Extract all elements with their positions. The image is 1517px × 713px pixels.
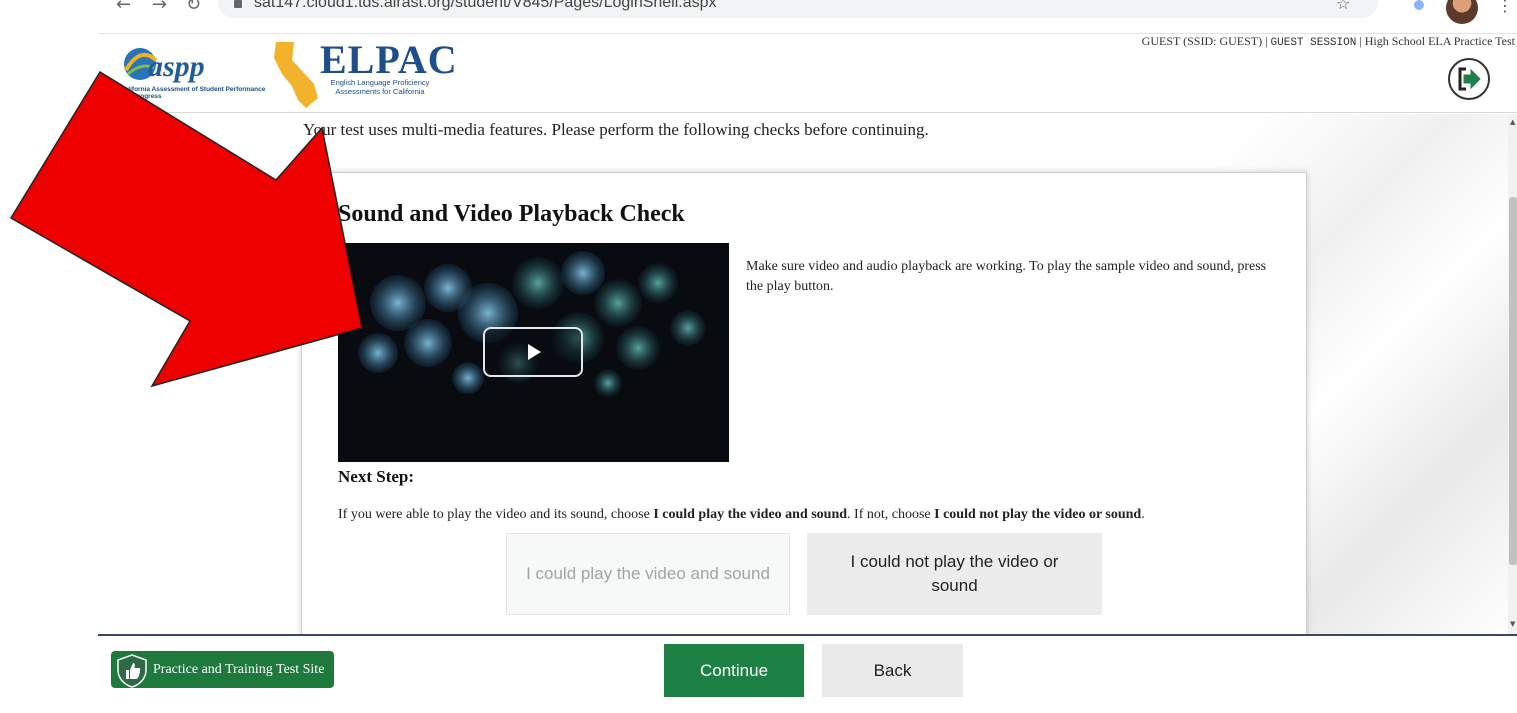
practice-site-badge: Practice and Training Test Site	[111, 651, 335, 688]
play-icon	[528, 344, 541, 360]
video-description: Make sure video and audio playback are w…	[746, 259, 1267, 294]
arrow-left-icon[interactable]: ←	[116, 0, 131, 15]
instruction-text: .	[1141, 507, 1145, 522]
next-step-instruction: If you were able to play the video and i…	[338, 507, 1145, 523]
elpac-title: ELPAC	[320, 37, 458, 82]
elpac-subtitle: English Language Proficiency Assessments…	[330, 78, 430, 96]
practice-site-label: Practice and Training Test Site	[153, 661, 325, 677]
could-not-play-button[interactable]: I could not play the video or sound	[807, 533, 1102, 615]
kebab-menu-icon[interactable]: ⋮	[1497, 0, 1513, 15]
back-button[interactable]: Back	[822, 644, 963, 697]
play-button[interactable]	[483, 327, 583, 377]
sample-video[interactable]	[338, 243, 729, 462]
could-play-button[interactable]: I could play the video and sound	[506, 533, 790, 615]
extension-icon[interactable]	[1414, 0, 1424, 10]
logout-button[interactable]	[1448, 58, 1490, 100]
thumbs-up-shield-icon	[117, 654, 147, 688]
caaspp-logo: aspp California Assessment of Student Pe…	[118, 40, 268, 106]
logout-icon	[1458, 67, 1481, 91]
next-step-heading: Next Step:	[338, 467, 415, 486]
scrollbar-thumb[interactable]	[1509, 197, 1517, 565]
star-icon[interactable]: ☆	[1336, 0, 1350, 13]
browser-toolbar: ← → ↻ sat147.cloud1.tds.airast.org/stude…	[0, 0, 1517, 28]
avatar[interactable]	[1446, 0, 1478, 24]
session-user: GUEST (SSID: GUEST)	[1141, 34, 1263, 48]
svg-text:aspp: aspp	[148, 50, 205, 83]
elpac-logo: ELPAC English Language Proficiency Asses…	[268, 36, 457, 110]
scroll-up-icon[interactable]: ▲	[1510, 118, 1515, 126]
playback-check-card: Sound and Video Playback Check Make sure…	[301, 172, 1307, 637]
scroll-down-icon[interactable]: ▼	[1510, 620, 1515, 628]
address-bar-url[interactable]: sat147.cloud1.tds.airast.org/student/V84…	[254, 0, 717, 12]
session-separator: |	[1265, 34, 1268, 48]
caaspp-caption: California Assessment of Student Perform…	[120, 86, 266, 100]
session-separator: |	[1359, 34, 1362, 48]
instruction-text: If you were able to play the video and i…	[338, 507, 654, 522]
intro-text: Your test uses multi-media features. Ple…	[303, 120, 929, 139]
instruction-text: . If not, choose	[847, 507, 935, 522]
arrow-right-icon[interactable]: →	[152, 0, 167, 15]
session-info: GUEST (SSID: GUEST) | GUEST SESSION | Hi…	[1142, 34, 1515, 49]
test-name: High School ELA Practice Test	[1364, 34, 1515, 48]
reload-icon[interactable]: ↻	[186, 0, 201, 15]
continue-button[interactable]: Continue	[664, 644, 804, 697]
card-title: Sound and Video Playback Check	[338, 201, 685, 227]
instruction-emphasis: I could play the video and sound	[653, 507, 848, 522]
instruction-emphasis: I could not play the video or sound	[934, 507, 1142, 522]
app-header: aspp California Assessment of Student Pe…	[98, 33, 1517, 113]
lock-icon	[234, 0, 242, 8]
session-name: GUEST SESSION	[1270, 37, 1357, 49]
